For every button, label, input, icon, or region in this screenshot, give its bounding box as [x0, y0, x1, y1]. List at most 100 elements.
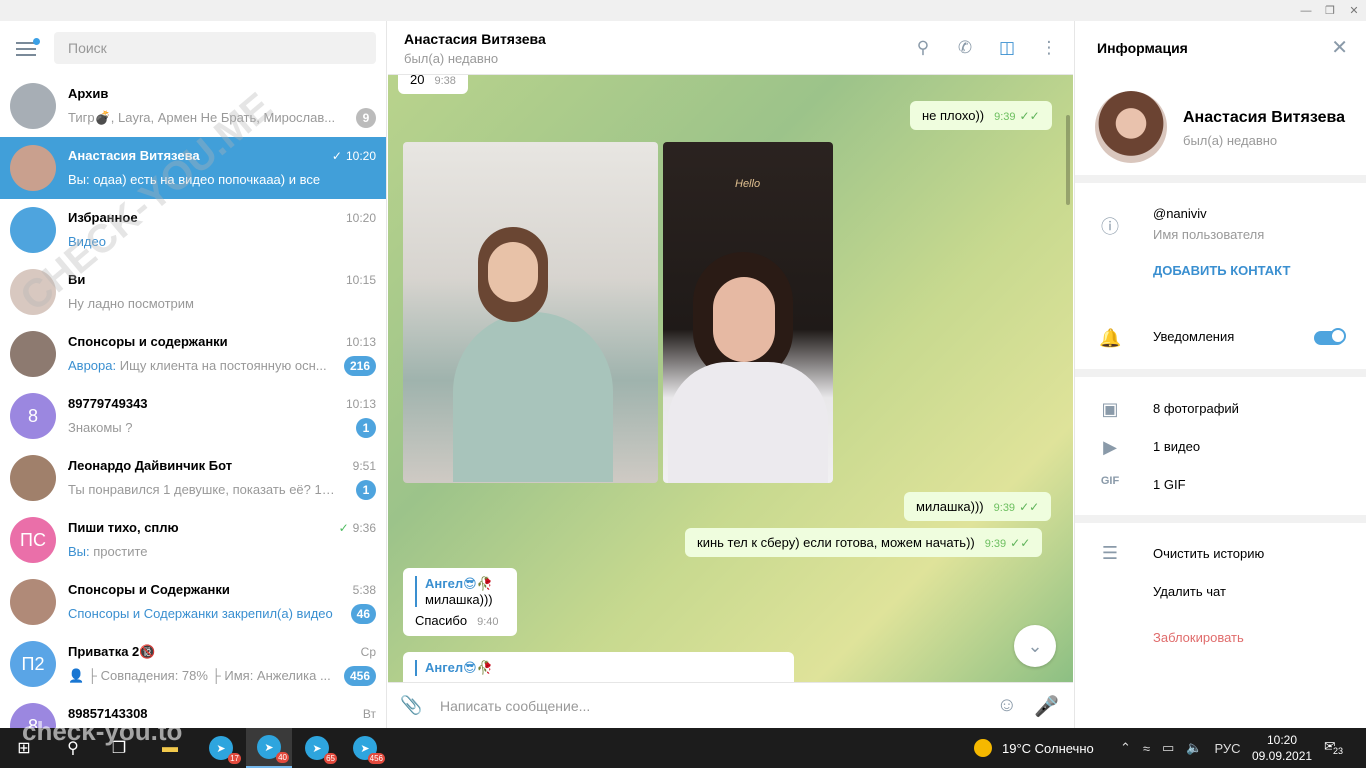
message-bubble-reply: Ангел😎🥀 милашка))) Спасибо 9:40: [403, 568, 517, 636]
chat-time: ✓ 10:20: [331, 149, 376, 163]
chat-time: Вт: [362, 707, 376, 721]
info-title: Информация: [1097, 40, 1188, 56]
battery-icon[interactable]: ▭: [1162, 740, 1174, 756]
chat-time: 9:51: [352, 459, 376, 473]
conversation-header[interactable]: Анастасия Витязева был(а) недавно ⚲ ✆ ◫ …: [388, 21, 1073, 75]
unread-badge: 9: [356, 108, 376, 128]
system-tray: ⌃ ≈ ▭ 🔈 РУС: [1120, 728, 1241, 768]
chat-list-item[interactable]: Леонардо Дайвинчик Бот 9:51 Ты понравился …: [0, 447, 386, 509]
chat-name: Ви: [68, 272, 86, 287]
message-area[interactable]: 20 9:38 не плохо)) 9:39 ✓✓ Hello милашка)))…: [388, 75, 1073, 682]
search-icon[interactable]: ⚲: [913, 38, 933, 58]
avatar: [10, 83, 56, 129]
photo-portrait[interactable]: Hello: [663, 142, 833, 483]
gifs-item[interactable]: 1 GIF: [1153, 477, 1186, 492]
telegram-taskbar-icon[interactable]: ➤ 17: [198, 728, 244, 768]
telegram-taskbar-icon[interactable]: ➤ 65: [294, 728, 340, 768]
chat-name: Приватка 2🔞: [68, 644, 156, 659]
emoji-icon[interactable]: ☺: [997, 694, 1017, 717]
message-bubble: милашка))) 9:39 ✓✓: [904, 492, 1052, 521]
gif-icon: GIF: [1100, 475, 1120, 487]
microphone-icon[interactable]: 🎤: [1034, 694, 1059, 719]
message-bubble: 20 9:38: [398, 75, 468, 94]
chat-list-item[interactable]: П2 Приватка 2🔞 Ср 👤 ├ Совпадения: 78% ├ Имя…: [0, 633, 386, 695]
media-section: ▣ 8 фотографий ▶ 1 видео GIF 1 GIF: [1075, 377, 1366, 523]
reply-quote[interactable]: Ангел😎🥀: [415, 660, 782, 676]
wifi-icon[interactable]: ≈: [1143, 741, 1150, 756]
check-icon: ✓: [338, 521, 349, 535]
minimize-icon[interactable]: —: [1294, 0, 1318, 21]
close-window-icon[interactable]: ✕: [1342, 0, 1366, 21]
chat-list-item[interactable]: ПС Пиши тихо, сплю ✓ 9:36 Вы: простите: [0, 509, 386, 571]
notifications-label: Уведомления: [1153, 329, 1235, 344]
image-icon: ▣: [1101, 399, 1119, 419]
restore-icon[interactable]: ❐: [1318, 0, 1342, 21]
more-vertical-icon[interactable]: ⋮: [1039, 38, 1059, 58]
message-input[interactable]: Написать сообщение...: [440, 698, 590, 714]
attach-icon[interactable]: 📎: [400, 695, 422, 716]
double-check-icon: ✓✓: [1019, 500, 1040, 514]
chat-preview: Вы: простите: [68, 544, 148, 559]
info-panel: Информация ✕ Анастасия Витязева был(а) н…: [1074, 21, 1366, 728]
window-titlebar: — ❐ ✕: [0, 0, 1366, 21]
message-composer: 📎 Написать сообщение... ☺ 🎤: [388, 682, 1073, 728]
chat-preview: Спонсоры и Содержанки закрепил(а) видео: [68, 606, 333, 621]
chat-preview: Тигр💣, Layra, Армен Не Брать, Мирослав..…: [68, 110, 336, 125]
language-indicator[interactable]: РУС: [1215, 741, 1241, 756]
clear-history-button[interactable]: Очистить историю: [1153, 546, 1264, 561]
clock[interactable]: 10:20 09.09.2021: [1252, 732, 1312, 764]
telegram-taskbar-icon[interactable]: ➤ 456: [342, 728, 388, 768]
chat-list-item[interactable]: 8 89779749343 10:13 Знакомы ? 1: [0, 385, 386, 447]
notifications-toggle[interactable]: [1314, 328, 1346, 345]
chat-name: Леонардо Дайвинчик Бот: [68, 458, 233, 473]
photo-mirror-selfie[interactable]: [403, 142, 658, 483]
avatar: [10, 579, 56, 625]
scroll-down-icon[interactable]: ⌄: [1014, 625, 1056, 667]
chat-name: Спонсоры и содержанки: [68, 334, 228, 349]
double-check-icon: ✓✓: [1010, 536, 1031, 550]
notification-center-icon[interactable]: ✉ 23: [1324, 738, 1345, 756]
chat-list-item[interactable]: Архив Тигр💣, Layra, Армен Не Брать, Мирос…: [0, 75, 386, 137]
hamburger-menu-icon[interactable]: [16, 38, 40, 56]
chat-name: Архив: [68, 86, 109, 101]
chat-time: 10:13: [345, 397, 376, 411]
chevron-up-icon[interactable]: ⌃: [1120, 740, 1131, 756]
photos-item[interactable]: 8 фотографий: [1153, 401, 1239, 416]
close-icon[interactable]: ✕: [1331, 35, 1348, 60]
chat-time: ✓ 9:36: [338, 521, 376, 535]
phone-icon[interactable]: ✆: [955, 38, 975, 58]
chat-time: 10:20: [345, 211, 376, 225]
delete-chat-button[interactable]: Удалить чат: [1153, 584, 1226, 599]
add-contact-button[interactable]: ДОБАВИТЬ КОНТАКТ: [1153, 263, 1290, 278]
volume-icon[interactable]: 🔈: [1186, 740, 1202, 756]
chat-name: Спонсоры и Содержанки: [68, 582, 230, 597]
avatar: [10, 455, 56, 501]
conversation-title: Анастасия Витязева: [404, 31, 546, 47]
profile-name: Анастасия Витязева: [1183, 109, 1345, 126]
info-icon: ⓘ: [1101, 217, 1119, 237]
search-input[interactable]: Поиск: [54, 32, 376, 64]
sidebar-toggle-icon[interactable]: ◫: [997, 38, 1017, 58]
chat-time: 10:15: [345, 273, 376, 287]
avatar[interactable]: [1095, 91, 1167, 163]
profile-section: Анастасия Витязева был(а) недавно: [1075, 75, 1366, 183]
block-button[interactable]: Заблокировать: [1153, 630, 1244, 645]
avatar: [10, 331, 56, 377]
telegram-taskbar-icon-active[interactable]: ➤ 40: [246, 728, 292, 768]
check-icon: ✓: [331, 149, 342, 163]
chat-list-panel: Поиск Архив Тигр💣, Layra, Армен Не Брать,…: [0, 21, 387, 728]
bell-icon: 🔔: [1099, 328, 1122, 348]
unread-badge: 456: [343, 666, 376, 686]
videos-item[interactable]: 1 видео: [1153, 439, 1200, 454]
username[interactable]: @naniviv: [1153, 206, 1207, 221]
chat-preview: Ну ладно посмотрим: [68, 296, 194, 311]
video-icon: ▶: [1103, 437, 1117, 457]
scrollbar[interactable]: [1066, 115, 1070, 205]
chat-list-item[interactable]: Спонсоры и содержанки 10:13 Аврора: Ищу кл…: [0, 323, 386, 385]
chat-list-item[interactable]: Спонсоры и Содержанки 5:38 Спонсоры и Соде…: [0, 571, 386, 633]
weather-widget[interactable]: 19°C Солнечно: [974, 728, 1094, 768]
unread-badge: 1: [356, 418, 376, 438]
reply-quote[interactable]: Ангел😎🥀 милашка))): [415, 576, 505, 607]
message-bubble-reply: Ангел😎🥀: [403, 652, 794, 682]
username-label: Имя пользователя: [1153, 227, 1265, 242]
